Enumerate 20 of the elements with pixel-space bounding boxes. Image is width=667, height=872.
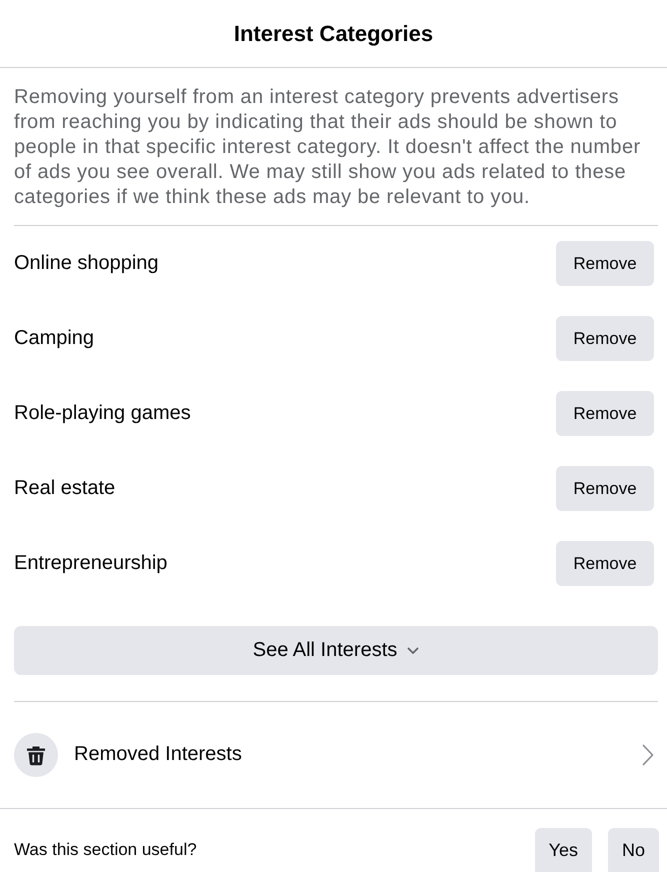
chevron-right-icon bbox=[642, 744, 654, 766]
removed-interests-item[interactable]: Removed Interests bbox=[14, 702, 658, 807]
remove-button[interactable]: Remove bbox=[556, 316, 654, 361]
see-all-interests-button[interactable]: See All Interests bbox=[14, 626, 658, 675]
description-text: Removing yourself from an interest category prevents advertisers from reaching you by indicating that their ads should be shown to people in that specific interest category. It doesn't affect the number of ads you see overall. We may still show you ads related to these categories if we think these ads may be relevant to you. bbox=[14, 85, 642, 210]
interest-name: Entrepreneurship bbox=[14, 552, 168, 575]
interest-name: Camping bbox=[14, 327, 94, 350]
feedback-question: Was this section useful? bbox=[14, 839, 197, 861]
dialog-title: Interest Categories bbox=[234, 20, 434, 46]
remove-button[interactable]: Remove bbox=[556, 391, 654, 436]
chevron-down-icon bbox=[407, 646, 420, 654]
remove-button[interactable]: Remove bbox=[556, 466, 654, 511]
interest-name: Role-playing games bbox=[14, 402, 191, 425]
interest-name: Real estate bbox=[14, 477, 116, 500]
feedback-button[interactable]: Yes bbox=[534, 828, 592, 872]
remove-button[interactable]: Remove bbox=[556, 541, 654, 586]
trash-icon bbox=[14, 732, 58, 776]
interest-name: Online shopping bbox=[14, 252, 159, 275]
remove-button[interactable]: Remove bbox=[556, 241, 654, 286]
feedback-button[interactable]: No bbox=[608, 828, 659, 872]
